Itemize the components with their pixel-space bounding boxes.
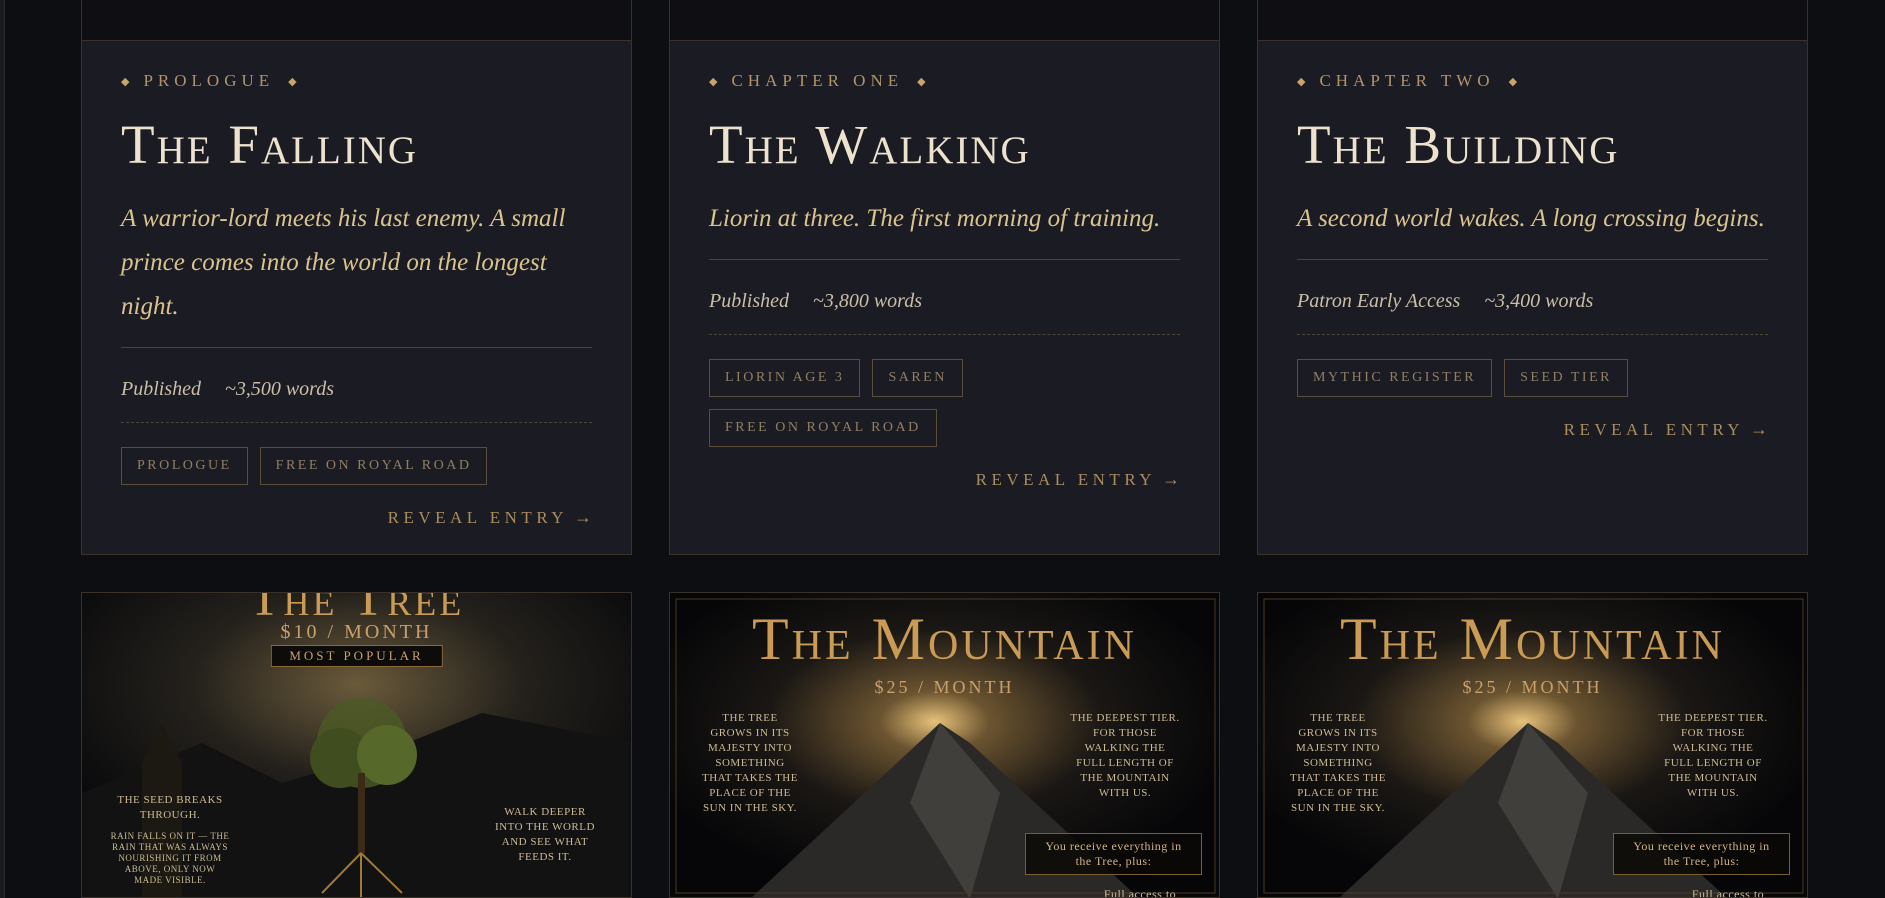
chapter-meta: Published ~3,500 words bbox=[121, 378, 592, 402]
divider-dashed bbox=[121, 422, 592, 423]
tier-poster-tree[interactable]: The Tree $10 / MONTH MOST POPULAR The Se… bbox=[81, 592, 632, 898]
tier-benefit-box: You receive everything in the Tree, plus… bbox=[1025, 833, 1202, 875]
window-edge bbox=[0, 0, 5, 898]
chapter-description: Liorin at three. The first morning of tr… bbox=[709, 205, 1161, 232]
diamond-icon: ◆ bbox=[288, 75, 297, 88]
chapter-grid: ◆ PROLOGUE ◆ The Falling A warrior-lord … bbox=[81, 0, 1809, 898]
tier-price: $25 / MONTH bbox=[1462, 677, 1603, 697]
tier-note-title: The Seed Breaks Through. bbox=[117, 794, 223, 821]
diamond-icon: ◆ bbox=[709, 75, 718, 88]
diamond-icon: ◆ bbox=[121, 75, 130, 88]
arrow-right-icon: → bbox=[1750, 419, 1768, 439]
publish-status: Published bbox=[709, 290, 789, 312]
chapter-label: CHAPTER ONE bbox=[731, 71, 904, 90]
tag-list: LIORIN AGE 3 SAREN FREE ON ROYAL ROAD bbox=[709, 359, 1189, 447]
divider-dashed bbox=[709, 334, 1180, 335]
word-count: ~3,500 words bbox=[225, 378, 334, 400]
tier-note-right: The Deepest tier. For those walking the … bbox=[1070, 712, 1180, 799]
divider-dashed bbox=[1297, 334, 1768, 335]
chapter-meta: Published ~3,800 words bbox=[709, 290, 1180, 314]
chapter-label: PROLOGUE bbox=[143, 71, 275, 90]
divider bbox=[709, 259, 1180, 260]
tier-price: $10 / MONTH bbox=[280, 621, 433, 643]
diamond-icon: ◆ bbox=[1297, 75, 1306, 88]
chapter-title: The Building bbox=[1297, 114, 1620, 175]
chapter-meta: Patron Early Access ~3,400 words bbox=[1297, 290, 1768, 314]
most-popular-badge: MOST POPULAR bbox=[270, 645, 443, 667]
tier-note-right: Walk deeper into the world and see what … bbox=[495, 806, 595, 863]
tag: FREE ON ROYAL ROAD bbox=[259, 447, 488, 485]
chapter-title: The Walking bbox=[709, 114, 1031, 175]
tier-benefit-box: You receive everything in the Tree, plus… bbox=[1613, 833, 1790, 875]
chapter-title: The Falling bbox=[121, 114, 419, 175]
tier-poster-mountain[interactable]: The Mountain $25 / MONTH The Tree grows … bbox=[1257, 592, 1808, 898]
chapter-eyebrow: ◆ PROLOGUE ◆ bbox=[121, 71, 592, 90]
chapter-card-prologue[interactable]: ◆ PROLOGUE ◆ The Falling A warrior-lord … bbox=[81, 0, 632, 555]
tier-price: $25 / MONTH bbox=[874, 677, 1015, 697]
tier-poster-mountain[interactable]: The Mountain $25 / MONTH The Tree grows … bbox=[669, 592, 1220, 898]
tier-benefit-line: Full access to bbox=[1103, 887, 1177, 898]
reveal-entry-link[interactable]: REVEAL ENTRY → bbox=[709, 469, 1180, 490]
tier-note-left: The Tree grows in its majesty into somet… bbox=[702, 712, 798, 814]
diamond-icon: ◆ bbox=[917, 75, 926, 88]
tag: FREE ON ROYAL ROAD bbox=[709, 409, 937, 447]
word-count: ~3,400 words bbox=[1484, 290, 1594, 312]
reveal-entry-link[interactable]: REVEAL ENTRY → bbox=[1297, 419, 1768, 440]
card-cover-image bbox=[670, 0, 1219, 41]
chapter-eyebrow: ◆ CHAPTER ONE ◆ bbox=[709, 71, 1180, 90]
reveal-label: REVEAL ENTRY bbox=[975, 470, 1156, 489]
reveal-entry-link[interactable]: REVEAL ENTRY → bbox=[121, 507, 592, 528]
chapter-description: A second world wakes. A long crossing be… bbox=[1297, 205, 1765, 232]
divider bbox=[121, 347, 592, 348]
tier-note-left: The Tree grows in its majesty into somet… bbox=[1290, 712, 1386, 814]
tag-list: MYTHIC REGISTER SEED TIER bbox=[1297, 359, 1777, 397]
tag: SEED TIER bbox=[1504, 359, 1628, 397]
card-cover-image bbox=[1258, 0, 1807, 41]
arrow-right-icon: → bbox=[574, 507, 592, 527]
publish-status: Published bbox=[121, 378, 201, 400]
chapter-card-two[interactable]: ◆ CHAPTER TWO ◆ The Building A second wo… bbox=[1257, 0, 1808, 555]
tier-benefit-line: Full access to bbox=[1691, 887, 1765, 898]
tag: MYTHIC REGISTER bbox=[1297, 359, 1493, 397]
tier-title: The Mountain bbox=[1340, 606, 1725, 672]
tier-title: The Mountain bbox=[752, 606, 1137, 672]
chapter-description: A warrior-lord meets his last enemy. A s… bbox=[121, 205, 566, 320]
tier-note-right: The Deepest tier. For those walking the … bbox=[1658, 712, 1768, 799]
card-cover-image bbox=[82, 0, 631, 41]
reveal-label: REVEAL ENTRY bbox=[1563, 420, 1744, 439]
chapter-card-one[interactable]: ◆ CHAPTER ONE ◆ The Walking Liorin at th… bbox=[669, 0, 1220, 555]
tag: SAREN bbox=[872, 359, 963, 397]
tag: PROLOGUE bbox=[121, 447, 248, 485]
word-count: ~3,800 words bbox=[813, 290, 922, 312]
publish-status: Patron Early Access bbox=[1297, 290, 1461, 312]
tag: LIORIN AGE 3 bbox=[709, 359, 861, 397]
chapter-label: CHAPTER TWO bbox=[1319, 71, 1495, 90]
tag-list: PROLOGUE FREE ON ROYAL ROAD bbox=[121, 447, 601, 485]
reveal-label: REVEAL ENTRY bbox=[387, 508, 568, 527]
tier-note-body: Rain falls on it — the rain that was alw… bbox=[110, 831, 230, 885]
chapter-eyebrow: ◆ CHAPTER TWO ◆ bbox=[1297, 71, 1768, 90]
divider bbox=[1297, 259, 1768, 260]
diamond-icon: ◆ bbox=[1508, 75, 1518, 88]
arrow-right-icon: → bbox=[1162, 469, 1180, 489]
